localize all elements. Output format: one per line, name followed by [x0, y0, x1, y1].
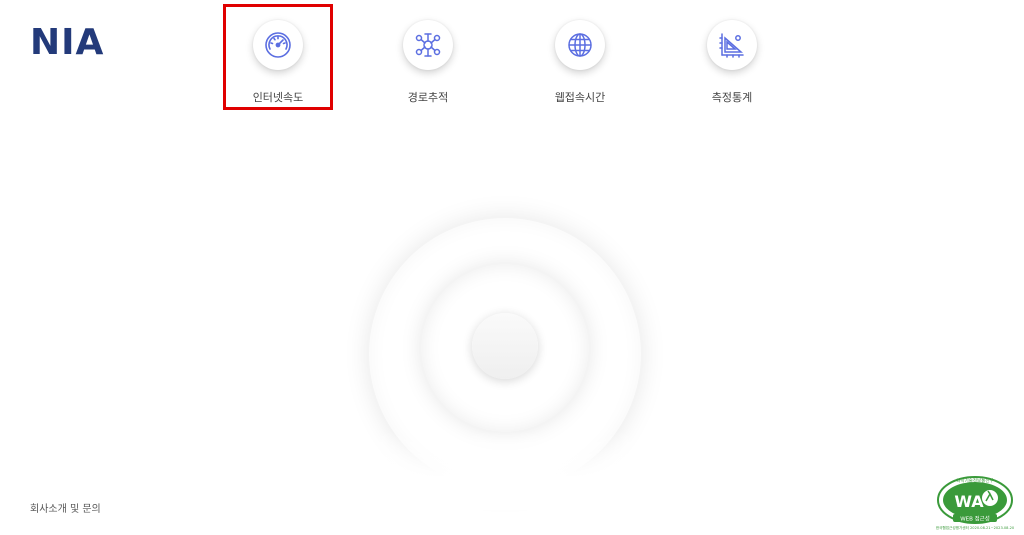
- nav-item-statistics[interactable]: 측정통계: [677, 4, 787, 110]
- ripple-fade-overlay: [340, 430, 680, 510]
- nav-icon-button[interactable]: [707, 20, 757, 70]
- speedometer-icon: [265, 32, 291, 58]
- nav-label: 측정통계: [711, 91, 753, 104]
- nav-icon-button[interactable]: [253, 20, 303, 70]
- main-nav: 인터넷속도 경로추적 웹접속시간 측정통계: [0, 0, 1024, 120]
- route-trace-icon: [415, 33, 441, 57]
- nav-item-internet-speed[interactable]: 인터넷속도: [223, 4, 333, 110]
- nav-item-web-access-time[interactable]: 웹접속시간: [525, 4, 635, 110]
- nav-icon-button[interactable]: [403, 20, 453, 70]
- nav-label: 웹접속시간: [554, 91, 606, 104]
- svg-text:과학기술정보통신부: 과학기술정보통신부: [956, 477, 993, 484]
- web-accessibility-badge: WA 과학기술정보통신부 WEB 접근성 한국웹접근성평가센터 2020.08.…: [935, 474, 1015, 532]
- statistics-icon: [719, 33, 744, 58]
- globe-icon: [568, 33, 592, 57]
- start-measure-button[interactable]: [472, 313, 538, 379]
- page: NIA 인터넷속도 경로추적 웹접속시간 측정통계 회사소개 및 문의 WA 과…: [0, 0, 1024, 535]
- nav-label: 경로추적: [407, 91, 449, 104]
- svg-text:WA: WA: [954, 492, 984, 511]
- nav-label: 인터넷속도: [252, 91, 304, 104]
- svg-text:WEB 접근성: WEB 접근성: [960, 515, 990, 523]
- nav-item-route-trace[interactable]: 경로추적: [373, 4, 483, 110]
- nav-icon-button[interactable]: [555, 20, 605, 70]
- svg-text:한국웹접근성평가센터 2020.08.21~2023.08.: 한국웹접근성평가센터 2020.08.21~2023.08.20: [936, 525, 1015, 530]
- about-contact-link[interactable]: 회사소개 및 문의: [30, 500, 101, 515]
